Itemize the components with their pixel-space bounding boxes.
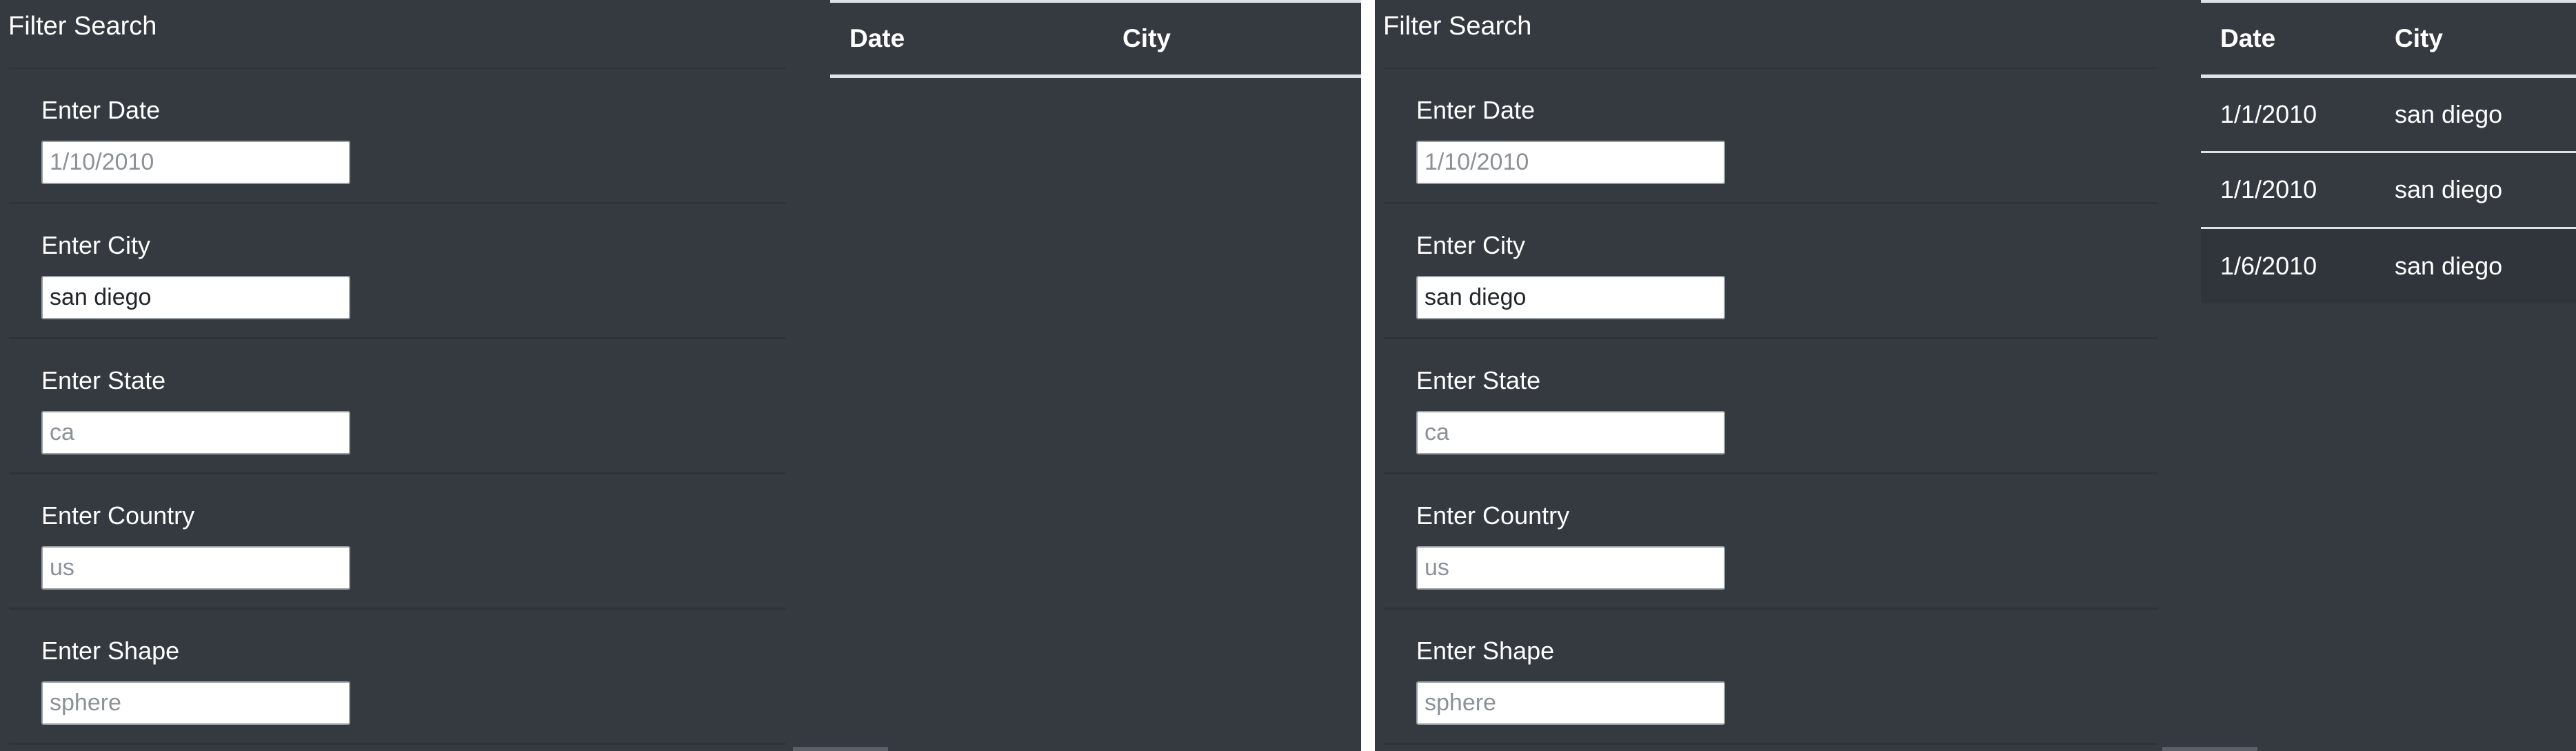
filter-item-state: Enter State — [1384, 339, 2157, 474]
results-table: Date City — [830, 0, 1361, 78]
results-table-container: Date City — [830, 0, 1361, 78]
filter-item-shape: Enter Shape — [1384, 610, 2157, 745]
screenshot-stage: Filter Search Enter Date Enter City Ente… — [0, 0, 2576, 751]
city-input[interactable] — [41, 276, 350, 319]
column-header-city[interactable]: City — [2375, 1, 2576, 76]
date-input[interactable] — [1416, 141, 1725, 184]
cell-date: 1/1/2010 — [2220, 99, 2317, 128]
filter-search-title: Filter Search — [1383, 12, 1532, 41]
city-label: Enter City — [41, 231, 151, 259]
table-row: 1/6/2010 san diego — [2201, 228, 2576, 303]
panel-divider — [1361, 0, 1375, 751]
country-input[interactable] — [1416, 546, 1725, 590]
table-header: Date City — [2201, 1, 2576, 76]
column-header-city[interactable]: City — [1103, 1, 1361, 76]
shape-label: Enter Shape — [1416, 637, 1555, 665]
country-input[interactable] — [41, 546, 350, 590]
city-label: Enter City — [1416, 231, 1526, 259]
city-input[interactable] — [1416, 276, 1725, 319]
shape-label: Enter Shape — [41, 637, 180, 665]
table-row: 1/1/2010 san diego — [2201, 76, 2576, 152]
state-label: Enter State — [1416, 366, 1541, 394]
results-table: Date City 1/1/2010 san diego 1/1/2010 sa… — [2201, 0, 2576, 303]
date-input[interactable] — [41, 141, 350, 184]
cell-city: san diego — [2395, 175, 2503, 203]
filter-item-country: Enter Country — [1384, 474, 2157, 610]
table-header: Date City — [830, 1, 1361, 76]
country-label: Enter Country — [41, 501, 195, 530]
column-header-date[interactable]: Date — [830, 1, 1103, 76]
cell-date: 1/1/2010 — [2220, 175, 2317, 203]
filter-item-city: Enter City — [9, 204, 786, 339]
shape-input[interactable] — [1416, 681, 1725, 725]
column-header-date[interactable]: Date — [2201, 1, 2375, 76]
horizontal-scrollbar-thumb[interactable] — [793, 747, 888, 751]
shape-input[interactable] — [41, 681, 350, 725]
panel-before-filter: Filter Search Enter Date Enter City Ente… — [0, 0, 1361, 751]
filter-list: Enter Date Enter City Enter State Enter … — [1384, 68, 2157, 745]
cell-date: 1/6/2010 — [2220, 251, 2317, 280]
filter-item-country: Enter Country — [9, 474, 786, 610]
filter-search-title: Filter Search — [8, 12, 157, 41]
filter-list: Enter Date Enter City Enter State Enter … — [9, 68, 786, 745]
cell-city: san diego — [2395, 251, 2503, 280]
filter-item-date: Enter Date — [9, 69, 786, 204]
filter-item-date: Enter Date — [1384, 69, 2157, 204]
table-body: 1/1/2010 san diego 1/1/2010 san diego 1/… — [2201, 76, 2576, 303]
filter-item-state: Enter State — [9, 339, 786, 474]
panel-after-filter: Filter Search Enter Date Enter City Ente… — [1375, 0, 2576, 751]
state-label: Enter State — [41, 366, 166, 394]
date-label: Enter Date — [1416, 96, 1536, 124]
date-label: Enter Date — [41, 96, 161, 124]
cell-city: san diego — [2395, 99, 2503, 128]
state-input[interactable] — [1416, 411, 1725, 454]
country-label: Enter Country — [1416, 501, 1570, 530]
horizontal-scrollbar-thumb[interactable] — [2162, 747, 2257, 751]
table-header-row: Date City — [2201, 1, 2576, 76]
filter-item-city: Enter City — [1384, 204, 2157, 339]
filter-item-shape: Enter Shape — [9, 610, 786, 745]
table-row: 1/1/2010 san diego — [2201, 152, 2576, 228]
results-table-container: Date City 1/1/2010 san diego 1/1/2010 sa… — [2201, 0, 2576, 303]
table-header-row: Date City — [830, 1, 1361, 76]
state-input[interactable] — [41, 411, 350, 454]
